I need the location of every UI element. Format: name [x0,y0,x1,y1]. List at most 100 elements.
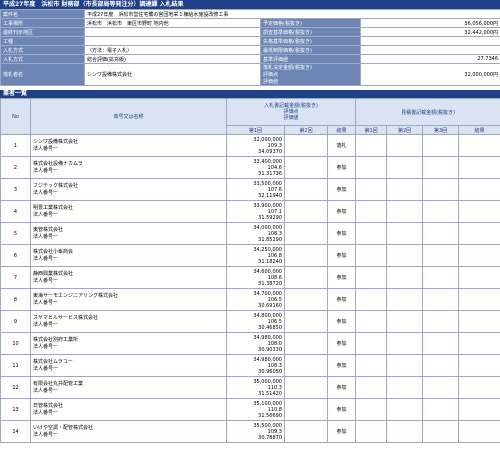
estimate-cell [458,420,500,443]
estimate-cell [386,222,424,245]
info-row: 工事場所 浜松市 浜松市 東区市野町 地内他 予定価格(税抜き) 36,056,000… [0,18,500,28]
estimate-cell [422,398,460,421]
bid-round1-cell: 34,700,000 106.5 30.69160 [226,288,285,311]
bidder-no: 5 [0,222,31,245]
bid-round2-cell [284,288,328,311]
bidder-name-cell: 株式会社別府工業所 法人番号ー [30,332,227,355]
price-label: 予定価格(税抜き) [260,18,361,28]
bidder-name-cell: 東海サーモエンジニアリング株式会社 法人番号ー [30,288,227,311]
info-label: 案件名 [0,9,85,19]
bidder-name: フジテック株式会社 [33,182,79,189]
table-row: 1 シンワ設備株式会社 法人番号ー 32,000,000 109.3 34.09370 落札 [0,134,500,157]
bidder-name: 東管株式会社 [33,226,64,233]
bid-round2-cell [284,398,328,421]
table-row: 6 株式会社小峯商会 法人番号ー 34,250,000 106.8 31.18240 参加 [0,244,500,267]
estimate-cell [386,354,424,377]
estimate-cell [355,178,388,201]
bidder-name-cell: 株式会社設備ナカムラ 法人番号ー [30,156,227,179]
bidder-no: 1 [0,134,31,157]
bidder-name: 東海サーモエンジニアリング株式会社 [33,292,119,299]
bidder-name: シンワ設備株式会社 [33,138,79,145]
bid-result: 参加 [326,398,357,421]
col-eresult-header: 結果 [458,125,500,135]
corporate-number: 法人番号ー [33,145,59,152]
info-row: 工種 失格基準価格(税抜き) [0,36,500,46]
estimate-cell [386,266,424,289]
info-value: 総合評価(拡充版) [84,54,261,64]
col-name-header: 商号又は名称 [30,98,227,135]
bidder-name: 日管株式会社 [33,402,64,409]
price-value: 32,442,000円 [359,27,500,37]
page-title: 平成27年度 浜松市 財務部（市長部局等発注分）調達課 入札結果 [0,0,500,9]
estimate-cell [386,200,424,223]
bidder-name-cell: 東管株式会社 法人番号ー [30,222,227,245]
estimate-cell [458,244,500,267]
bid-round2-cell [284,134,328,157]
bid-value: 30.69160 [258,302,282,309]
estimate-cell [458,266,500,289]
bidder-name: 静西興業株式会社 [33,270,74,277]
bid-result: 落札 [326,134,357,157]
col-e1-header: 第1回 [355,125,388,135]
info-label: 工種 [0,36,85,46]
estimate-cell [458,288,500,311]
bid-value: 31.85290 [258,236,282,243]
bid-round1-cell: 35,500,000 109.3 30.78870 [226,420,285,443]
bid-round2-cell [284,222,328,245]
bid-round2-cell [284,332,328,355]
bidder-name-cell: フジテック株式会社 法人番号ー [30,178,227,201]
bid-result: 参加 [326,332,357,355]
estimate-cell [386,332,424,355]
table-row: 10 株式会社別府工業所 法人番号ー 34,980,000 108.0 30.90330 参… [0,332,500,355]
estimate-cell [422,134,460,157]
table-row: 11 株式会社ムラコー 法人番号ー 34,980,000 108.3 30.96050 参加 [0,354,500,377]
col-e3-header: 第3回 [422,125,460,135]
table-row: 2 株式会社設備ナカムラ 法人番号ー 33,400,000 104.6 31.31736 参… [0,156,500,179]
estimate-cell [422,222,460,245]
price-label: 基準評価値 [260,54,361,64]
bid-round1-cell: 32,000,000 109.3 34.09370 [226,134,285,157]
price-value [359,36,500,46]
bid-result: 参加 [326,376,357,399]
bidder-name-cell: いけや空調・配管株式会社 法人番号ー [30,420,227,443]
info-value [84,36,261,46]
info-row: 入札方式 総合評価(拡充版) 基準評価値 27.7346 [0,54,500,64]
col-no-header: No [0,98,31,135]
table-row: 8 東海サーモエンジニアリング株式会社 法人番号ー 34,700,000 106.5 30… [0,288,500,311]
page: 平成27年度 浜松市 財務部（市長部局等発注分）調達課 入札結果 案件名 平成27… [0,0,500,459]
estimate-cell [422,310,460,333]
bid-value: 30.96050 [258,368,282,375]
bid-round2-cell [284,244,328,267]
table-row: 9 スヤマビルサービス株式会社 法人番号ー 34,800,000 106.5 30.468… [0,310,500,333]
table-row: 12 有限会社丸井配管工業 法人番号ー 35,000,000 110.3 31.51420… [0,376,500,399]
estimate-cell [386,398,424,421]
bidder-name: 有限会社丸井配管工業 [33,380,84,387]
bidder-name: スヤマビルサービス株式会社 [33,314,99,321]
bid-result: 参加 [326,178,357,201]
estimate-cell [422,200,460,223]
bid-value: 34.09370 [258,148,282,155]
corporate-number: 法人番号ー [33,255,59,262]
estimate-cell [355,288,388,311]
bid-round2-cell [284,200,328,223]
price-value: 27.7346 [359,54,500,64]
bid-round1-cell: 33,500,000 107.6 32.11940 [226,178,285,201]
bidder-name: 株式会社設備ナカムラ [33,160,83,167]
bid-value: 31.18240 [258,258,282,265]
estimate-cell [386,134,424,157]
estimate-cell [422,244,460,267]
bidder-no: 4 [0,200,31,223]
bidder-name-cell: シンワ設備株式会社 法人番号ー [30,134,227,157]
bidder-name-cell: スヤマビルサービス株式会社 法人番号ー [30,310,227,333]
estimate-cell [458,222,500,245]
table-row: 3 フジテック株式会社 法人番号ー 33,500,000 107.6 32.11940 参加 [0,178,500,201]
estimate-cell [458,332,500,355]
bidder-name: 株式会社別府工業所 [33,336,79,343]
estimate-cell [386,244,424,267]
price-value: 36,056,000円 [359,18,500,28]
bidder-no: 10 [0,332,31,355]
corporate-number: 法人番号ー [33,167,59,174]
col-result-header: 結果 [326,125,357,135]
estimate-cell [355,200,388,223]
estimate-cell [355,376,388,399]
